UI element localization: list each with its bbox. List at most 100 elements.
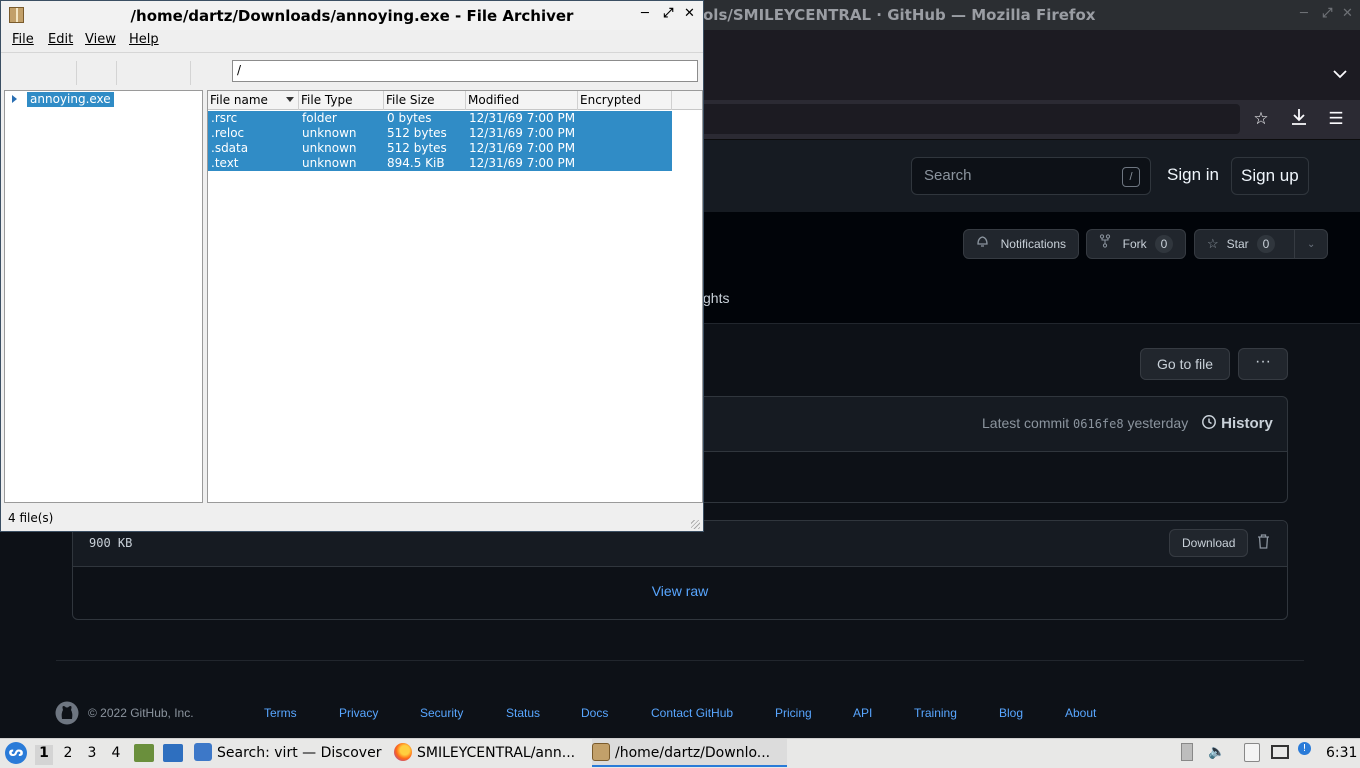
column-modified[interactable]: Modified	[466, 91, 578, 110]
more-options-button[interactable]: ···	[1238, 348, 1288, 380]
cell-modified: 12/31/69 7:00 PM	[469, 111, 576, 125]
sign-in-link[interactable]: Sign in	[1158, 157, 1228, 195]
workspace-4[interactable]: 4	[107, 745, 125, 765]
tray-updates-icon[interactable]	[1181, 743, 1193, 761]
firefox-app-icon	[394, 743, 412, 761]
task-firefox[interactable]: SMILEYCENTRAL/ann...	[394, 739, 586, 767]
downloads-icon[interactable]	[1288, 108, 1310, 130]
footer-link-docs[interactable]: Docs	[581, 706, 608, 720]
star-button[interactable]: ☆ Star 0 ⌄	[1194, 229, 1328, 259]
workspace-3[interactable]: 3	[83, 745, 101, 765]
network-icon[interactable]	[1271, 745, 1289, 759]
footer-link-security[interactable]: Security	[420, 706, 463, 720]
clipboard-icon[interactable]	[1244, 743, 1260, 762]
search-input[interactable]: Search /	[911, 157, 1151, 195]
menu-view[interactable]: View	[85, 32, 116, 47]
firefox-window-title: ols/SMILEYCENTRAL · GitHub — Mozilla Fir…	[703, 6, 1096, 24]
cell-modified: 12/31/69 7:00 PM	[469, 141, 576, 155]
cell-file-size: 512 bytes	[387, 141, 447, 155]
clock[interactable]: 6:31	[1326, 745, 1357, 761]
cell-file-size: 894.5 KiB	[387, 156, 445, 170]
footer-link-contact[interactable]: Contact GitHub	[651, 706, 733, 720]
footer-link-pricing[interactable]: Pricing	[775, 706, 812, 720]
file-row[interactable]: .reloc unknown 512 bytes 12/31/69 7:00 P…	[208, 126, 672, 141]
search-placeholder: Search	[924, 167, 972, 184]
menu-view-label: View	[85, 32, 116, 47]
menu-edit[interactable]: Edit	[48, 32, 73, 47]
menu-help-label: Help	[129, 32, 159, 47]
download-button[interactable]: Download	[1169, 529, 1249, 557]
file-row[interactable]: .rsrc folder 0 bytes 12/31/69 7:00 PM	[208, 111, 672, 126]
go-to-file-button[interactable]: Go to file	[1140, 348, 1231, 380]
footer-link-about[interactable]: About	[1065, 706, 1096, 720]
file-row[interactable]: .sdata unknown 512 bytes 12/31/69 7:00 P…	[208, 141, 672, 156]
cell-file-size: 0 bytes	[387, 111, 432, 125]
menu-file[interactable]: File	[12, 32, 34, 47]
volume-icon[interactable]: 🔈	[1208, 744, 1225, 760]
footer-link-privacy[interactable]: Privacy	[339, 706, 378, 720]
workspace-1[interactable]: 1	[35, 745, 53, 765]
task-archiver-label: /home/dartz/Downlo...	[615, 745, 771, 761]
task-firefox-label: SMILEYCENTRAL/ann...	[417, 745, 576, 761]
hamburger-menu-icon[interactable]: ☰	[1325, 108, 1347, 130]
footer-link-status[interactable]: Status	[506, 706, 540, 720]
menu-edit-label: Edit	[48, 32, 74, 47]
close-icon[interactable]: ✕	[684, 6, 695, 21]
task-file-archiver[interactable]: /home/dartz/Downlo...	[592, 739, 787, 767]
minimize-icon[interactable]: ─	[641, 6, 649, 21]
sort-descending-icon	[286, 97, 294, 102]
column-file-type[interactable]: File Type	[299, 91, 384, 110]
history-label: History	[1221, 415, 1273, 432]
notifications-button[interactable]: Notifications	[963, 229, 1079, 259]
star-dropdown-icon[interactable]: ⌄	[1307, 231, 1315, 259]
file-list-header: File name File Type File Size Modified E…	[208, 91, 702, 110]
archiver-menubar: File Edit View Help	[1, 30, 703, 51]
trash-icon[interactable]	[1257, 534, 1270, 553]
desktop-launcher-icon[interactable]	[163, 744, 183, 762]
cell-file-size: 512 bytes	[387, 126, 447, 140]
archive-app-icon	[592, 743, 610, 761]
fork-button[interactable]: Fork 0	[1086, 229, 1187, 259]
archiver-titlebar[interactable]: /home/dartz/Downloads/annoying.exe - Fil…	[1, 1, 703, 30]
notification-icon[interactable]: !	[1298, 742, 1311, 755]
workspace-2[interactable]: 2	[59, 745, 77, 765]
url-bar[interactable]	[690, 104, 1240, 134]
search-shortcut-key: /	[1122, 167, 1140, 187]
bookmark-star-icon[interactable]: ☆	[1250, 108, 1272, 130]
tab-insights[interactable]: ghts	[703, 290, 729, 306]
resize-grip[interactable]	[691, 520, 700, 529]
footer-link-terms[interactable]: Terms	[264, 706, 297, 720]
footer-link-api[interactable]: API	[853, 706, 872, 720]
file-manager-launcher-icon[interactable]	[134, 744, 154, 762]
column-file-name[interactable]: File name	[208, 91, 299, 110]
cell-file-type: unknown	[302, 156, 357, 170]
taskbar: ᔕ 1 2 3 4 Search: virt — Discover SMILEY…	[0, 738, 1360, 768]
sign-up-button[interactable]: Sign up	[1231, 157, 1309, 195]
view-raw-link[interactable]: View raw	[73, 583, 1287, 599]
footer-link-training[interactable]: Training	[914, 706, 957, 720]
footer-divider	[56, 660, 1304, 661]
location-path-input[interactable]: /	[232, 60, 698, 82]
minimize-icon[interactable]: ─	[1300, 6, 1308, 21]
tree-expand-arrow-icon[interactable]	[12, 95, 17, 103]
history-link[interactable]: History	[1201, 414, 1273, 432]
cell-file-name: .sdata	[211, 141, 249, 155]
maximize-icon[interactable]: ⤢	[1322, 6, 1332, 21]
start-menu-icon[interactable]: ᔕ	[5, 742, 27, 764]
close-icon[interactable]: ✕	[1342, 6, 1353, 21]
task-discover[interactable]: Search: virt — Discover	[194, 739, 384, 767]
list-all-tabs-chevron-icon[interactable]	[1333, 66, 1347, 82]
discover-app-icon	[194, 743, 212, 761]
folder-tree-panel: annoying.exe	[4, 90, 203, 503]
column-encrypted[interactable]: Encrypted	[578, 91, 672, 110]
cell-file-type: unknown	[302, 126, 357, 140]
column-file-size[interactable]: File Size	[384, 91, 466, 110]
star-count: 0	[1256, 235, 1276, 253]
footer-link-blog[interactable]: Blog	[999, 706, 1023, 720]
menu-help[interactable]: Help	[129, 32, 159, 47]
latest-commit-bar: Latest commit 0616fe8 yesterday History	[703, 396, 1288, 452]
maximize-icon[interactable]: ⤢	[663, 6, 673, 21]
cell-file-type: folder	[302, 111, 337, 125]
file-row[interactable]: .text unknown 894.5 KiB 12/31/69 7:00 PM	[208, 156, 672, 171]
commit-sha[interactable]: 0616fe8	[1073, 417, 1124, 431]
